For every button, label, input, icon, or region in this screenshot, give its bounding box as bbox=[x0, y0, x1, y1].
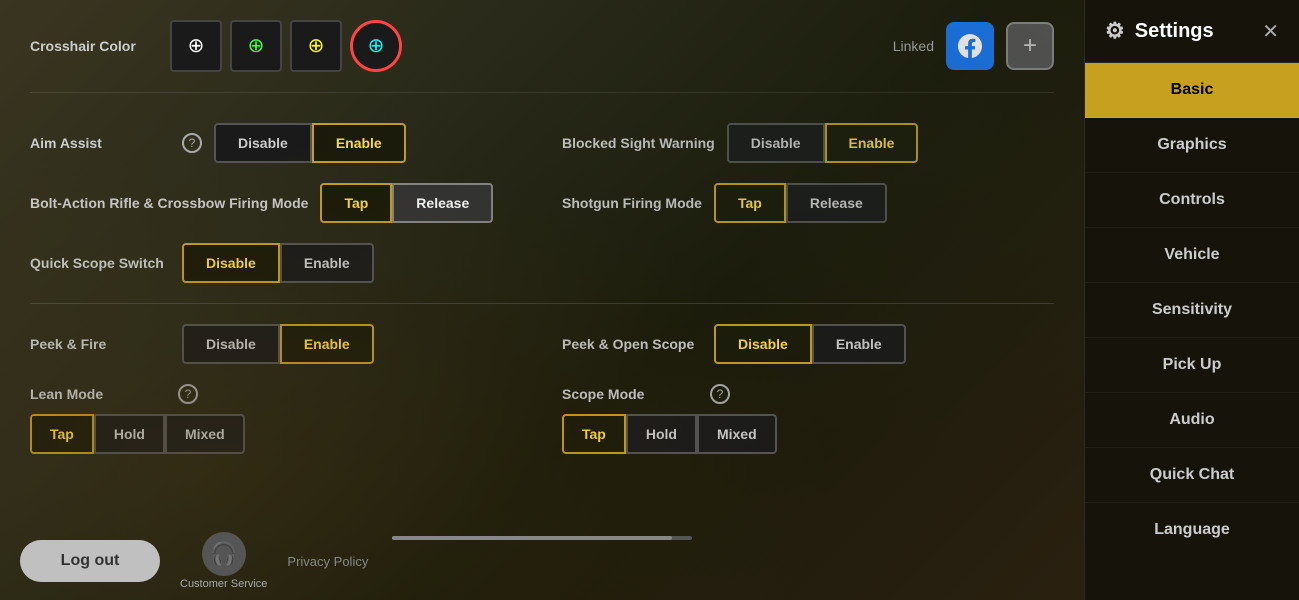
blocked-sight-label: Blocked Sight Warning bbox=[562, 135, 715, 151]
aim-assist-disable[interactable]: Disable bbox=[214, 123, 312, 163]
shotgun-tap[interactable]: Tap bbox=[714, 183, 786, 223]
bolt-action-release[interactable]: Release bbox=[392, 183, 493, 223]
linked-label: Linked bbox=[893, 38, 934, 54]
nav-item-quickchat[interactable]: Quick Chat bbox=[1085, 448, 1299, 503]
crosshair-btn-cyan[interactable]: ⊕ bbox=[350, 20, 402, 72]
lean-mode-hold[interactable]: Hold bbox=[94, 414, 165, 454]
lean-mode-mixed[interactable]: Mixed bbox=[165, 414, 245, 454]
scope-mode-hold[interactable]: Hold bbox=[626, 414, 697, 454]
bolt-action-tap[interactable]: Tap bbox=[320, 183, 392, 223]
crosshair-btn-green[interactable]: ⊕ bbox=[230, 20, 282, 72]
peek-fire-buttons: Disable Enable bbox=[182, 324, 374, 364]
peek-fire-label: Peek & Fire bbox=[30, 336, 170, 352]
lean-mode-tap[interactable]: Tap bbox=[30, 414, 94, 454]
close-icon[interactable]: ✕ bbox=[1262, 19, 1279, 44]
nav-item-pickup[interactable]: Pick Up bbox=[1085, 338, 1299, 393]
bottom-grid: Peek & Fire Disable Enable Peek & Open S… bbox=[30, 324, 1054, 454]
shotgun-row: Shotgun Firing Mode Tap Release bbox=[562, 183, 1054, 223]
blocked-sight-row: Blocked Sight Warning Disable Enable bbox=[562, 123, 1054, 163]
nav-item-basic[interactable]: Basic bbox=[1085, 63, 1299, 118]
crosshair-btn-white[interactable]: ⊕ bbox=[170, 20, 222, 72]
scroll-thumb bbox=[392, 536, 672, 540]
sidebar: ⚙ Settings ✕ Basic Graphics Controls Veh… bbox=[1084, 0, 1299, 600]
sidebar-title: ⚙ Settings bbox=[1105, 18, 1214, 44]
main-content: Crosshair Color ⊕ ⊕ ⊕ ⊕ Linked + bbox=[0, 0, 1084, 600]
scroll-bar[interactable] bbox=[392, 536, 692, 540]
crosshair-btn-yellow[interactable]: ⊕ bbox=[290, 20, 342, 72]
plus-icon: + bbox=[1023, 34, 1037, 58]
peek-scope-label: Peek & Open Scope bbox=[562, 336, 702, 352]
lean-mode-label: Lean Mode bbox=[30, 386, 170, 402]
crosshair-icon-white: ⊕ bbox=[188, 36, 205, 56]
nav-item-language[interactable]: Language bbox=[1085, 503, 1299, 557]
logout-button[interactable]: Log out bbox=[20, 540, 160, 582]
scope-mode-mixed[interactable]: Mixed bbox=[697, 414, 777, 454]
aim-assist-help[interactable]: ? bbox=[182, 133, 202, 153]
peek-scope-disable[interactable]: Disable bbox=[714, 324, 812, 364]
scope-mode-help[interactable]: ? bbox=[710, 384, 730, 404]
quick-scope-disable[interactable]: Disable bbox=[182, 243, 280, 283]
scope-mode-section: Scope Mode ? Tap Hold Mixed bbox=[562, 384, 1054, 454]
customer-service-button[interactable]: 🎧 Customer Service bbox=[180, 532, 267, 590]
blocked-sight-disable[interactable]: Disable bbox=[727, 123, 825, 163]
peek-scope-enable[interactable]: Enable bbox=[812, 324, 906, 364]
lean-mode-buttons: Tap Hold Mixed bbox=[30, 414, 522, 454]
quick-scope-label: Quick Scope Switch bbox=[30, 255, 170, 271]
bolt-action-row: Bolt-Action Rifle & Crossbow Firing Mode… bbox=[30, 183, 522, 223]
scope-mode-buttons: Tap Hold Mixed bbox=[562, 414, 1054, 454]
peek-scope-buttons: Disable Enable bbox=[714, 324, 906, 364]
crosshair-label: Crosshair Color bbox=[30, 38, 170, 54]
section-divider bbox=[30, 303, 1054, 304]
lean-mode-section: Lean Mode ? Tap Hold Mixed bbox=[30, 384, 522, 454]
crosshair-section: Crosshair Color ⊕ ⊕ ⊕ ⊕ Linked + bbox=[30, 20, 1054, 93]
peek-fire-disable[interactable]: Disable bbox=[182, 324, 280, 364]
sidebar-nav: Basic Graphics Controls Vehicle Sensitiv… bbox=[1085, 63, 1299, 600]
lean-mode-help[interactable]: ? bbox=[178, 384, 198, 404]
crosshair-icon-green: ⊕ bbox=[248, 36, 265, 56]
peek-scope-row: Peek & Open Scope Disable Enable bbox=[562, 324, 1054, 364]
lean-mode-header: Lean Mode ? bbox=[30, 384, 522, 404]
nav-item-graphics[interactable]: Graphics bbox=[1085, 118, 1299, 173]
sidebar-header: ⚙ Settings ✕ bbox=[1085, 0, 1299, 63]
quick-scope-enable[interactable]: Enable bbox=[280, 243, 374, 283]
nav-item-audio[interactable]: Audio bbox=[1085, 393, 1299, 448]
aim-assist-label: Aim Assist bbox=[30, 135, 170, 151]
sidebar-title-text: Settings bbox=[1135, 20, 1214, 43]
shotgun-release[interactable]: Release bbox=[786, 183, 887, 223]
nav-item-sensitivity[interactable]: Sensitivity bbox=[1085, 283, 1299, 338]
bottom-section: Peek & Fire Disable Enable Peek & Open S… bbox=[30, 324, 1054, 454]
quick-scope-row: Quick Scope Switch Disable Enable bbox=[30, 243, 522, 283]
bolt-action-buttons: Tap Release bbox=[320, 183, 493, 223]
crosshair-icon-yellow: ⊕ bbox=[308, 36, 325, 56]
nav-item-vehicle[interactable]: Vehicle bbox=[1085, 228, 1299, 283]
footer: Log out 🎧 Customer Service Privacy Polic… bbox=[0, 522, 1084, 600]
privacy-policy-link[interactable]: Privacy Policy bbox=[287, 554, 368, 569]
linked-section: Linked + bbox=[893, 22, 1054, 70]
aim-assist-row: Aim Assist ? Disable Enable bbox=[30, 123, 522, 163]
shotgun-label: Shotgun Firing Mode bbox=[562, 195, 702, 211]
scope-mode-tap[interactable]: Tap bbox=[562, 414, 626, 454]
facebook-icon bbox=[958, 34, 982, 58]
customer-service-icon: 🎧 bbox=[202, 532, 246, 576]
nav-item-controls[interactable]: Controls bbox=[1085, 173, 1299, 228]
facebook-button[interactable] bbox=[946, 22, 994, 70]
shotgun-buttons: Tap Release bbox=[714, 183, 887, 223]
peek-fire-enable[interactable]: Enable bbox=[280, 324, 374, 364]
aim-assist-enable[interactable]: Enable bbox=[312, 123, 406, 163]
quick-scope-buttons: Disable Enable bbox=[182, 243, 374, 283]
add-account-button[interactable]: + bbox=[1006, 22, 1054, 70]
gear-icon: ⚙ bbox=[1105, 18, 1125, 44]
scope-mode-label: Scope Mode bbox=[562, 386, 702, 402]
bolt-action-label: Bolt-Action Rifle & Crossbow Firing Mode bbox=[30, 194, 308, 212]
blocked-sight-enable[interactable]: Enable bbox=[825, 123, 919, 163]
aim-assist-buttons: Disable Enable bbox=[214, 123, 406, 163]
settings-grid: Aim Assist ? Disable Enable Blocked Sigh… bbox=[30, 123, 1054, 283]
peek-fire-row: Peek & Fire Disable Enable bbox=[30, 324, 522, 364]
empty-cell bbox=[562, 243, 1054, 283]
customer-service-label: Customer Service bbox=[180, 578, 267, 590]
crosshair-icon-cyan: ⊕ bbox=[368, 36, 385, 56]
blocked-sight-buttons: Disable Enable bbox=[727, 123, 919, 163]
crosshair-button-group: ⊕ ⊕ ⊕ ⊕ bbox=[170, 20, 402, 72]
scope-mode-header: Scope Mode ? bbox=[562, 384, 1054, 404]
